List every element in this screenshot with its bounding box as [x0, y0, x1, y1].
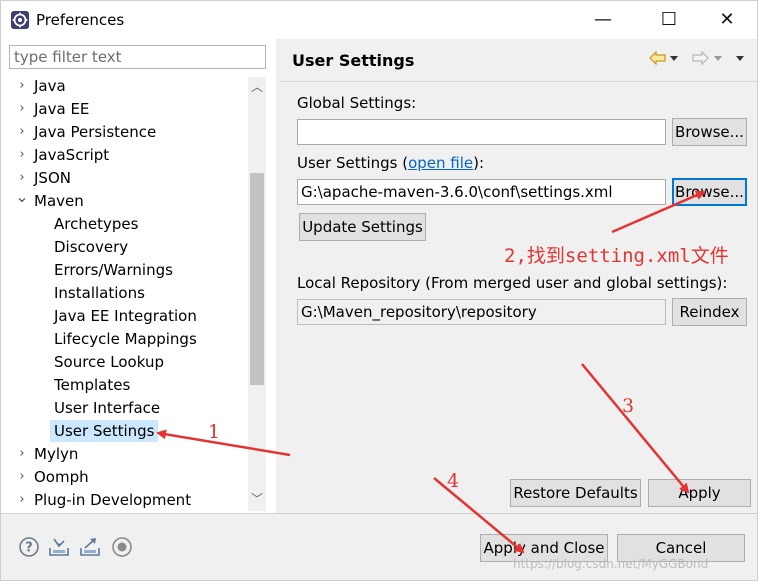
apply-button[interactable]: Apply	[648, 479, 751, 507]
preference-page: User Settings Global Settings: Browse...…	[281, 39, 757, 513]
tree-item-label: User Interface	[54, 399, 161, 417]
tree-item-label: Source Lookup	[54, 353, 164, 371]
tree-item-label: Errors/Warnings	[54, 261, 173, 279]
global-browse-button[interactable]: Browse...	[672, 118, 747, 146]
tree-item-label: Java Persistence	[34, 123, 157, 141]
tree-item-label: Plug-in Development	[34, 491, 192, 509]
back-menu-chevron-icon[interactable]	[669, 55, 679, 63]
annotation-3: 3	[622, 395, 635, 417]
annotation-1: 1	[208, 421, 221, 443]
export-preferences-icon[interactable]	[79, 536, 101, 558]
open-file-link[interactable]: open file	[408, 154, 473, 172]
tree-item-label: Oomph	[34, 468, 89, 486]
close-button[interactable]: ✕	[705, 6, 749, 34]
chevron-right-icon[interactable]: ›	[15, 144, 29, 166]
tree-item-label: Lifecycle Mappings	[54, 330, 197, 348]
help-icon[interactable]: ?	[18, 536, 40, 558]
user-browse-button[interactable]: Browse...	[672, 178, 747, 206]
svg-text:?: ?	[25, 541, 33, 556]
tree-scrollbar[interactable]: ︿ ﹀	[248, 77, 266, 511]
chevron-right-icon[interactable]: ›	[15, 121, 29, 143]
header-separator	[281, 81, 757, 82]
tree-item-label: Discovery	[54, 238, 129, 256]
chevron-right-icon[interactable]: ›	[15, 98, 29, 120]
local-repository-field: G:\Maven_repository\repository	[297, 299, 666, 325]
user-settings-field[interactable]: G:\apache-maven-3.6.0\conf\settings.xml	[297, 179, 666, 205]
back-arrow-icon[interactable]	[649, 51, 667, 65]
global-settings-field[interactable]	[297, 119, 666, 145]
tree-item-label: Maven	[34, 192, 84, 210]
maximize-button[interactable]: ☐	[647, 6, 691, 34]
reindex-button[interactable]: Reindex	[672, 298, 747, 326]
annotation-2: 2,找到setting.xml文件	[504, 245, 729, 267]
scroll-down-icon[interactable]: ﹀	[248, 491, 266, 507]
forward-arrow-icon[interactable]	[691, 51, 709, 65]
chevron-right-icon[interactable]: ›	[15, 443, 29, 465]
update-settings-button[interactable]: Update Settings	[299, 213, 426, 241]
local-repository-label: Local Repository (From merged user and g…	[297, 274, 728, 292]
user-settings-label: User Settings (open file):	[297, 154, 484, 172]
tree-item-label: Archetypes	[54, 215, 139, 233]
tree-item-label: JSON	[34, 169, 71, 187]
user-settings-label-prefix: User Settings (	[297, 154, 409, 172]
watermark-text: https://blog.csdn.net/MyGGBond	[513, 557, 709, 571]
tree-item-label: Templates	[54, 376, 131, 394]
page-title: User Settings	[292, 51, 415, 70]
view-menu-icon[interactable]	[735, 55, 745, 63]
annotation-4: 4	[447, 470, 460, 492]
tree-item-label: Installations	[54, 284, 145, 302]
tree-item-label: Java EE	[34, 100, 90, 118]
tree-item-label: JavaScript	[34, 146, 110, 164]
tree-item-label: Java EE Integration	[54, 307, 197, 325]
footer-bar: ? Apply and Close Cancel https://blog.cs…	[1, 514, 757, 580]
tree-item-label: Mylyn	[34, 445, 79, 463]
chevron-right-icon[interactable]: ›	[15, 75, 29, 97]
eclipse-app-icon	[11, 11, 29, 29]
forward-menu-chevron-icon[interactable]	[713, 55, 723, 63]
chevron-right-icon[interactable]: ›	[15, 466, 29, 488]
preferences-nav-pane: › Java › Java EE › Java Persistence › JavaScrip…	[1, 39, 276, 513]
tree-item-label-selected: User Settings	[50, 420, 159, 442]
tree-item-label: Java	[34, 77, 66, 95]
import-preferences-icon[interactable]	[48, 536, 70, 558]
restore-defaults-button[interactable]: Restore Defaults	[510, 479, 641, 507]
preferences-window: Preferences — ☐ ✕ › Java › Java EE › Java Per…	[0, 0, 758, 581]
user-settings-label-suffix: ):	[473, 154, 485, 172]
minimize-button[interactable]: —	[581, 6, 625, 34]
title-bar: Preferences — ☐ ✕	[1, 1, 757, 39]
global-settings-label: Global Settings:	[297, 94, 417, 112]
scroll-up-icon[interactable]: ︿	[248, 79, 266, 95]
chevron-right-icon[interactable]: ›	[15, 489, 29, 511]
filter-input[interactable]	[9, 45, 266, 69]
window-title: Preferences	[36, 11, 125, 29]
scrollbar-thumb[interactable]	[250, 173, 264, 385]
chevron-down-icon[interactable]: ⌄	[15, 186, 29, 208]
record-icon[interactable]	[111, 536, 133, 558]
